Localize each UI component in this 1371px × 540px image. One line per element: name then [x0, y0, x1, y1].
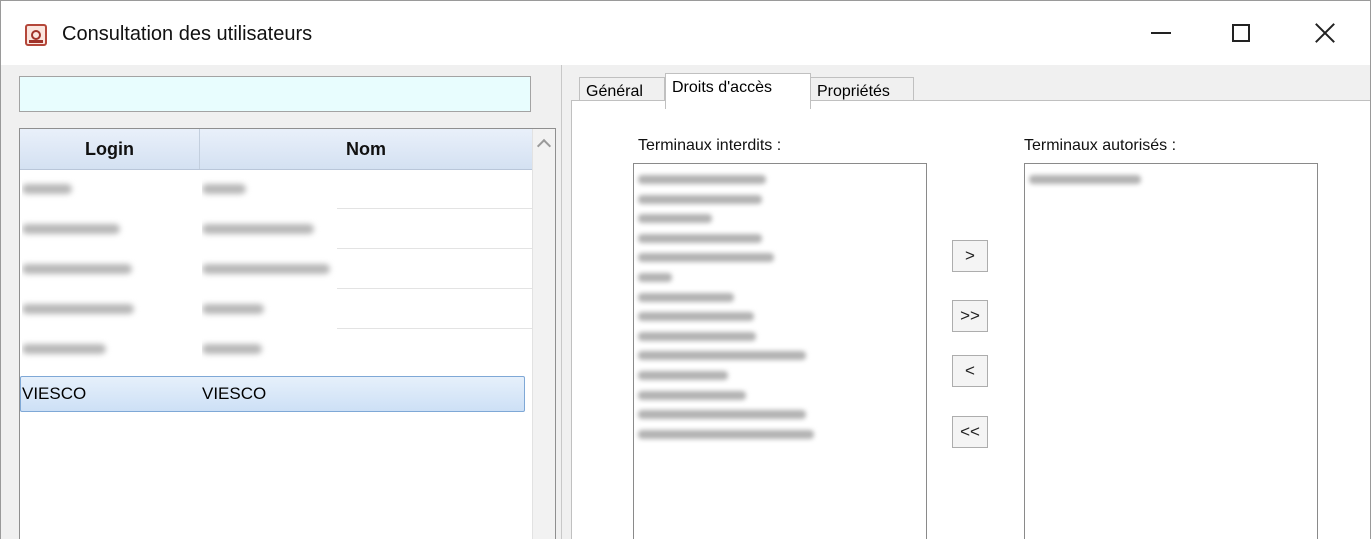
list-item[interactable] — [634, 229, 926, 249]
maximize-icon — [1232, 24, 1250, 42]
close-button[interactable] — [1295, 11, 1355, 55]
list-item[interactable] — [634, 425, 926, 445]
cell-login: VIESCO — [22, 384, 87, 403]
list-item[interactable] — [634, 386, 926, 406]
list-item[interactable] — [634, 268, 926, 288]
cell-nom — [202, 289, 337, 329]
allowed-terminals-list[interactable] — [1024, 163, 1318, 539]
cell-login — [22, 249, 198, 289]
list-item[interactable] — [1025, 170, 1317, 190]
minimize-icon — [1151, 32, 1171, 34]
add-selected-button[interactable]: > — [952, 240, 988, 272]
list-item[interactable] — [634, 288, 926, 308]
users-app-icon — [25, 24, 47, 46]
forbidden-terminals-label: Terminaux interdits : — [638, 137, 782, 154]
remove-all-button[interactable]: << — [952, 416, 988, 448]
grid-header: Login Nom — [20, 129, 532, 170]
column-header-login[interactable]: Login — [20, 129, 200, 169]
close-icon — [1314, 22, 1336, 44]
list-item[interactable] — [634, 366, 926, 386]
cell-nom — [202, 209, 337, 249]
search-input[interactable] — [19, 76, 531, 112]
users-grid: Login Nom VIESCO VIESCO — [19, 128, 556, 539]
table-row[interactable] — [20, 169, 532, 209]
client-area: Login Nom VIESCO VIESCO Général Droits d… — [1, 65, 1370, 539]
table-row[interactable] — [20, 249, 532, 289]
cell-login — [22, 209, 198, 249]
list-item[interactable] — [634, 190, 926, 210]
cell-login — [22, 289, 198, 329]
column-header-nom[interactable]: Nom — [200, 129, 532, 169]
tab-droits-acces[interactable]: Droits d'accès — [665, 73, 811, 109]
table-row-selected[interactable]: VIESCO VIESCO — [20, 376, 525, 412]
add-all-button[interactable]: >> — [952, 300, 988, 332]
minimize-button[interactable] — [1131, 11, 1191, 55]
list-item[interactable] — [634, 209, 926, 229]
cell-nom: VIESCO — [202, 384, 267, 403]
cell-login — [22, 329, 198, 369]
title-bar[interactable]: Consultation des utilisateurs — [1, 1, 1370, 65]
maximize-button[interactable] — [1211, 11, 1271, 55]
table-row[interactable] — [20, 209, 532, 249]
list-item[interactable] — [634, 346, 926, 366]
remove-selected-button[interactable]: < — [952, 355, 988, 387]
vertical-scrollbar[interactable] — [532, 129, 555, 539]
tab-panel-droits-acces: Terminaux interdits : Terminaux autorisé… — [571, 100, 1370, 539]
table-row[interactable] — [20, 329, 532, 369]
forbidden-terminals-list[interactable] — [633, 163, 927, 539]
list-item[interactable] — [634, 307, 926, 327]
list-item[interactable] — [634, 248, 926, 268]
app-window: Consultation des utilisateurs Login Nom — [0, 0, 1371, 539]
scroll-up-icon[interactable] — [536, 138, 552, 154]
list-item[interactable] — [634, 405, 926, 425]
cell-login — [22, 169, 198, 209]
cell-nom — [202, 169, 337, 209]
window-title: Consultation des utilisateurs — [62, 23, 313, 45]
cell-nom — [202, 249, 337, 289]
list-item[interactable] — [634, 170, 926, 190]
cell-nom — [202, 329, 337, 369]
pane-splitter[interactable] — [561, 65, 568, 539]
list-item[interactable] — [634, 327, 926, 347]
allowed-terminals-label: Terminaux autorisés : — [1024, 137, 1177, 154]
table-row[interactable] — [20, 289, 532, 329]
